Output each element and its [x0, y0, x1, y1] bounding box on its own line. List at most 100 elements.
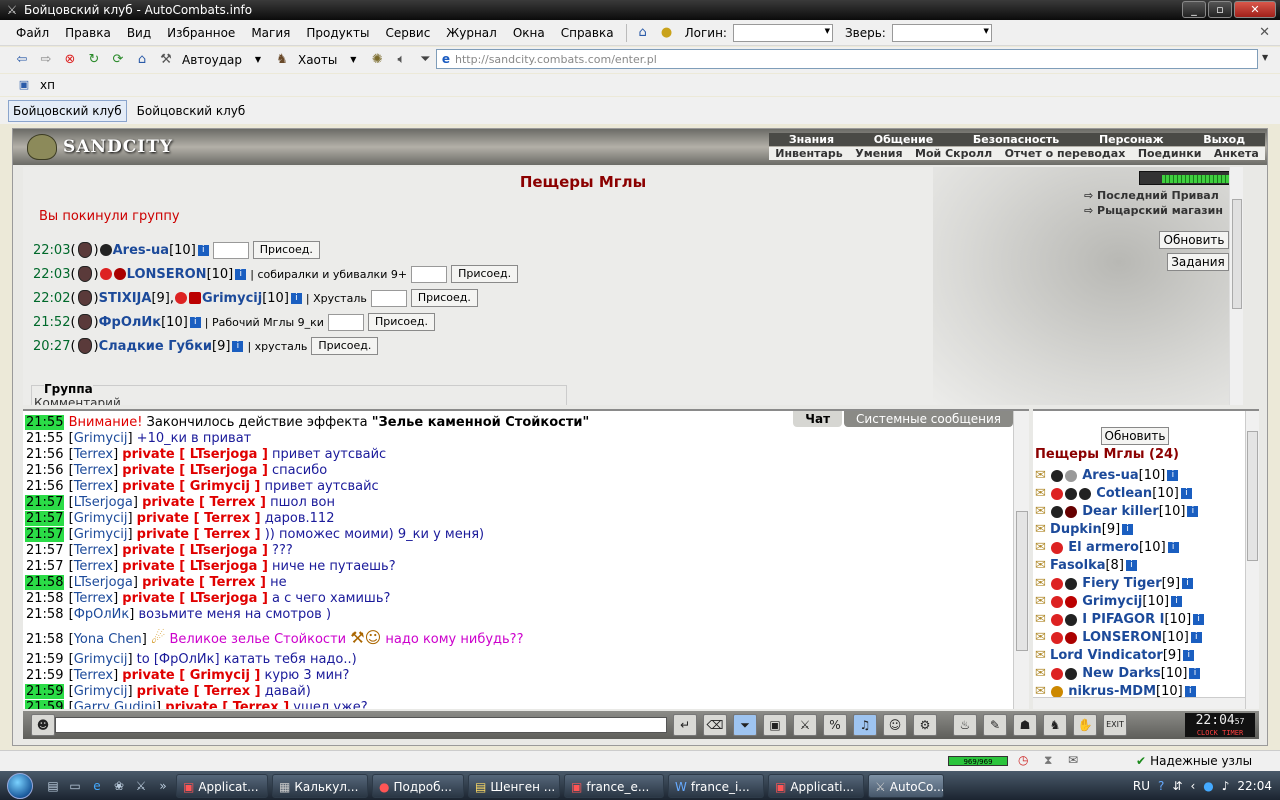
nav-transfer-report[interactable]: Отчет о переводах: [1005, 147, 1126, 160]
close-window-button[interactable]: ✕: [1234, 1, 1276, 18]
ie-quicklaunch-icon[interactable]: e: [88, 777, 106, 795]
taskbar-app[interactable]: Wfrance_i...: [668, 773, 764, 798]
group-nick[interactable]: Сладкие Губки: [99, 339, 212, 354]
userlist-item[interactable]: ✉ New Darks[10] i: [1035, 665, 1241, 683]
exit-icon[interactable]: EXIT: [1103, 714, 1127, 736]
join-button[interactable]: Присоед.: [311, 337, 379, 355]
chevron-down-icon[interactable]: ▼: [343, 50, 363, 70]
chat-nick[interactable]: Terrex: [74, 479, 113, 494]
nav-inventory[interactable]: Инвентарь: [775, 147, 842, 160]
chat-nick[interactable]: LTserjoga: [74, 575, 133, 590]
nav-profile[interactable]: Анкета: [1214, 147, 1259, 160]
group-nick[interactable]: ФрОлИк: [99, 315, 161, 330]
chat-time[interactable]: 21:56: [25, 479, 64, 494]
chat-private[interactable]: private [ Terrex ]: [137, 527, 261, 542]
link-knight-shop[interactable]: ⇨ Рыцарский магазин: [1084, 204, 1223, 217]
nav-security[interactable]: Безопасность: [973, 133, 1059, 146]
nav-knowledge[interactable]: Знания: [789, 133, 834, 146]
chat-input[interactable]: [55, 717, 667, 733]
location-scrollbar[interactable]: [1229, 167, 1243, 405]
chat-nick[interactable]: Grimycij: [74, 511, 128, 526]
private-msg-icon[interactable]: ✉: [1035, 486, 1046, 501]
menu-products[interactable]: Продукты: [298, 26, 377, 40]
back-icon[interactable]: ⇦: [12, 50, 32, 70]
private-msg-icon[interactable]: ✉: [1035, 648, 1046, 663]
join-button[interactable]: Присоед.: [367, 313, 436, 331]
chat-nick[interactable]: Garry Gudini: [74, 700, 156, 709]
menu-windows[interactable]: Окна: [505, 26, 553, 40]
taskbar-app[interactable]: ▣ france_e...: [564, 773, 664, 798]
menu-magic[interactable]: Магия: [243, 26, 298, 40]
chat-time[interactable]: 21:56: [25, 447, 64, 462]
chat-time[interactable]: 21:59: [25, 668, 64, 683]
user-nick[interactable]: I PIFAGOR I: [1082, 612, 1164, 627]
user-nick[interactable]: Fiery Tiger: [1082, 576, 1161, 591]
menu-edit[interactable]: Правка: [57, 26, 119, 40]
chat-scrollbar[interactable]: [1013, 411, 1029, 709]
private-msg-icon[interactable]: ✉: [1035, 468, 1046, 483]
refresh-userlist-button[interactable]: Обновить: [1101, 427, 1169, 445]
reload-icon[interactable]: ⟳: [108, 50, 128, 70]
private-msg-icon[interactable]: ✉: [1035, 630, 1046, 645]
chevron-down-icon[interactable]: ▼: [248, 50, 268, 70]
taskbar-app[interactable]: ▣ Applicat...: [176, 773, 268, 798]
coin-icon[interactable]: ●: [657, 23, 677, 43]
info-icon[interactable]: i: [1193, 614, 1205, 625]
chat-nick[interactable]: Terrex: [74, 559, 113, 574]
gear-icon[interactable]: ✺: [367, 50, 387, 70]
clock-time[interactable]: 22:04: [1237, 779, 1272, 793]
maximize-button[interactable]: ▫: [1208, 1, 1232, 18]
chat-private[interactable]: private [ Grimycij ]: [122, 668, 260, 683]
chat-private[interactable]: private [ LTserjoga ]: [122, 447, 268, 462]
forward-icon[interactable]: ⇨: [36, 50, 56, 70]
chat-time[interactable]: 21:58: [25, 632, 64, 647]
private-msg-icon[interactable]: ✉: [1035, 594, 1046, 609]
taskbar-app[interactable]: ▤ Шенген ...: [468, 773, 560, 798]
eraser-icon[interactable]: ⌫: [703, 714, 727, 736]
refresh-location-button[interactable]: Обновить: [1159, 231, 1229, 249]
filter-icon[interactable]: ⏷: [415, 50, 435, 70]
userlist-item[interactable]: ✉ Ares-ua[10] i: [1035, 467, 1241, 485]
tab-fight-club-2[interactable]: Бойцовский клуб: [133, 101, 250, 121]
menu-view[interactable]: Вид: [119, 26, 159, 40]
nav-exit[interactable]: Выход: [1203, 133, 1245, 146]
menu-favorites[interactable]: Избранное: [159, 26, 243, 40]
login-combo[interactable]: [732, 23, 833, 42]
quicklaunch-icon[interactable]: ▭: [66, 777, 84, 795]
chat-nick[interactable]: Grimycij: [74, 684, 128, 699]
address-bar[interactable]: e http://sandcity.combats.com/enter.pl: [436, 49, 1258, 69]
chat-private[interactable]: private [ LTserjoga ]: [122, 559, 268, 574]
info-icon[interactable]: i: [290, 292, 302, 304]
userlist-item[interactable]: ✉ El armero[10] i: [1035, 539, 1241, 557]
nav-my-scroll[interactable]: Мой Скролл: [915, 147, 992, 160]
join-button[interactable]: Присоед.: [252, 241, 320, 259]
help-icon[interactable]: ?: [1158, 779, 1164, 793]
chat-private[interactable]: private [ LTserjoga ]: [122, 463, 268, 478]
user-nick[interactable]: El armero: [1068, 540, 1139, 555]
settings-icon[interactable]: ⚙: [913, 714, 937, 736]
info-icon[interactable]: i: [1180, 488, 1192, 499]
userlist-item[interactable]: ✉ Lord Vindicator[9] i: [1035, 647, 1241, 665]
userlist-item[interactable]: ✉ Cotlean[10] i: [1035, 485, 1241, 503]
smiley-icon[interactable]: ☺: [883, 714, 907, 736]
taskbar-app[interactable]: ▣ Applicati...: [768, 773, 864, 798]
group-nick-2[interactable]: Grimycij: [202, 291, 262, 306]
password-input[interactable]: [370, 289, 407, 307]
chat-private[interactable]: private [ Terrex ]: [165, 700, 289, 709]
chat-time[interactable]: 21:59: [25, 684, 65, 699]
info-icon[interactable]: i: [1167, 542, 1179, 553]
mask-icon[interactable]: ☗: [1013, 714, 1037, 736]
private-msg-icon[interactable]: ✉: [1035, 558, 1046, 573]
private-msg-icon[interactable]: ✉: [1035, 576, 1046, 591]
bookmark-hp[interactable]: хп: [40, 78, 55, 92]
clock-timer[interactable]: 22:0457 CLOCK TIMER: [1185, 713, 1255, 737]
info-icon[interactable]: i: [197, 244, 209, 256]
fight-icon[interactable]: ⚔: [793, 714, 817, 736]
globe-icon[interactable]: ●: [1203, 779, 1213, 793]
user-nick[interactable]: Cotlean: [1096, 486, 1152, 501]
userlist-item[interactable]: ✉ Fiery Tiger[9] i: [1035, 575, 1241, 593]
private-msg-icon[interactable]: ✉: [1035, 504, 1046, 519]
userlist-hscrollbar[interactable]: [1033, 697, 1245, 709]
tab-chat[interactable]: Чат: [793, 411, 843, 427]
chat-nick[interactable]: Terrex: [74, 543, 113, 558]
